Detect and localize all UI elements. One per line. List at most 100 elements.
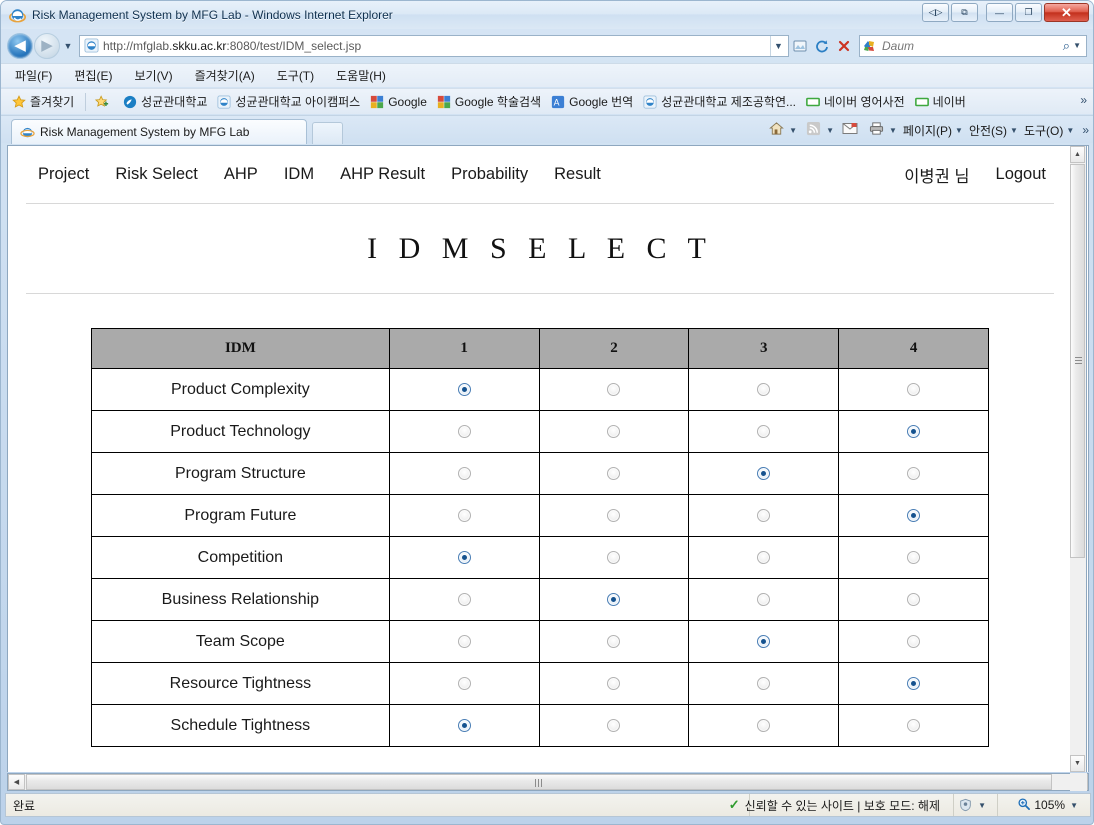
radio-3[interactable] <box>757 676 771 690</box>
radio-4[interactable] <box>907 550 921 564</box>
fav-google[interactable]: Google <box>369 94 427 110</box>
menu-file[interactable]: 파일(F) <box>15 67 52 84</box>
radio-cell-4[interactable] <box>838 494 989 537</box>
search-provider-caret-icon[interactable]: ▼ <box>1073 41 1081 50</box>
radio-2[interactable] <box>607 592 621 606</box>
horizontal-scroll-thumb[interactable] <box>26 774 1052 790</box>
fav-add-to-favorites-bar[interactable] <box>94 94 113 110</box>
radio-2[interactable] <box>607 718 621 732</box>
refresh-icon[interactable] <box>811 35 833 57</box>
url-bar[interactable]: http://mfglab.skku.ac.kr:8080/test/IDM_s… <box>79 34 789 57</box>
fav-google-scholar[interactable]: Google 학술검색 <box>436 93 541 110</box>
scroll-down-arrow-icon[interactable]: ▼ <box>1070 755 1085 772</box>
maximize-button[interactable]: ❐ <box>1015 3 1042 22</box>
mail-button[interactable] <box>838 118 862 142</box>
radio-cell-4[interactable] <box>838 704 989 747</box>
radio-1[interactable] <box>457 466 471 480</box>
compatibility-view-icon[interactable] <box>789 35 811 57</box>
search-icon[interactable]: ⌕ <box>1063 38 1070 54</box>
horizontal-scrollbar[interactable]: ◀ ▶ <box>7 773 1089 791</box>
security-zone[interactable]: ✓ 신뢰할 수 있는 사이트 | 보호 모드: 해제 <box>729 797 940 814</box>
command-bar-overflow-icon[interactable]: » <box>1082 123 1089 137</box>
radio-cell-3[interactable] <box>688 410 840 453</box>
print-button[interactable]: ▼ <box>864 118 899 142</box>
tab-risk-management-system[interactable]: Risk Management System by MFG Lab <box>11 119 307 144</box>
radio-cell-3[interactable] <box>688 578 840 621</box>
close-button[interactable]: ✕ <box>1044 3 1089 22</box>
menu-help[interactable]: 도움말(H) <box>336 67 386 84</box>
radio-2[interactable] <box>607 550 621 564</box>
fav-naver-dict[interactable]: 네이버 영어사전 <box>805 93 905 110</box>
favorites-button[interactable]: 즐겨찾기 <box>11 93 74 110</box>
feeds-caret-icon[interactable]: ▼ <box>826 126 834 135</box>
radio-4[interactable] <box>907 676 921 690</box>
radio-cell-2[interactable] <box>538 410 690 453</box>
scroll-left-arrow-icon[interactable]: ◀ <box>8 774 25 790</box>
nav-ahp-result[interactable]: AHP Result <box>340 165 425 184</box>
radio-cell-4[interactable] <box>838 662 989 705</box>
radio-cell-4[interactable] <box>838 536 989 579</box>
url-dropdown-caret-icon[interactable]: ▼ <box>770 35 786 56</box>
radio-cell-2[interactable] <box>538 536 690 579</box>
radio-1[interactable] <box>457 718 471 732</box>
stop-icon[interactable] <box>833 35 855 57</box>
radio-cell-2[interactable] <box>538 578 690 621</box>
recent-pages-caret-icon[interactable]: ▼ <box>60 41 76 51</box>
radio-cell-1[interactable] <box>388 620 540 663</box>
radio-cell-1[interactable] <box>388 452 540 495</box>
radio-1[interactable] <box>457 424 471 438</box>
radio-cell-4[interactable] <box>838 452 989 495</box>
scroll-up-arrow-icon[interactable]: ▲ <box>1070 146 1085 163</box>
nav-project[interactable]: Project <box>38 165 89 184</box>
nav-risk-select[interactable]: Risk Select <box>115 165 198 184</box>
radio-cell-4[interactable] <box>838 410 989 453</box>
radio-cell-1[interactable] <box>388 578 540 621</box>
radio-4[interactable] <box>907 592 921 606</box>
new-tab-button[interactable] <box>312 122 343 144</box>
radio-1[interactable] <box>457 592 471 606</box>
privacy-caret-icon[interactable]: ▼ <box>978 801 986 810</box>
radio-cell-2[interactable] <box>538 704 690 747</box>
print-caret-icon[interactable]: ▼ <box>889 126 897 135</box>
nav-ahp[interactable]: AHP <box>224 165 258 184</box>
vertical-scroll-thumb[interactable] <box>1070 164 1085 558</box>
radio-2[interactable] <box>607 676 621 690</box>
safety-menu-caret-icon[interactable]: ▼ <box>1010 126 1018 135</box>
menu-view[interactable]: 보기(V) <box>134 67 172 84</box>
radio-cell-2[interactable] <box>538 494 690 537</box>
zoom-control[interactable]: 105% ▼ <box>1017 797 1078 814</box>
radio-2[interactable] <box>607 508 621 522</box>
home-caret-icon[interactable]: ▼ <box>789 126 797 135</box>
tools-menu[interactable]: 도구(O) ▼ <box>1022 118 1076 142</box>
page-menu-caret-icon[interactable]: ▼ <box>955 126 963 135</box>
radio-4[interactable] <box>907 718 921 732</box>
radio-cell-3[interactable] <box>688 536 840 579</box>
radio-1[interactable] <box>457 676 471 690</box>
radio-cell-3[interactable] <box>688 452 840 495</box>
feeds-button[interactable]: ▼ <box>801 118 836 142</box>
radio-1[interactable] <box>457 634 471 648</box>
search-input[interactable]: Daum <box>882 39 1063 53</box>
fav-skku-mfg[interactable]: 성균관대학교 제조공학연... <box>642 93 796 110</box>
page-menu[interactable]: 페이지(P) ▼ <box>901 118 965 142</box>
radio-4[interactable] <box>907 466 921 480</box>
menu-edit[interactable]: 편집(E) <box>74 67 112 84</box>
nav-probability[interactable]: Probability <box>451 165 528 184</box>
radio-cell-2[interactable] <box>538 620 690 663</box>
radio-cell-2[interactable] <box>538 368 690 411</box>
favorites-overflow-icon[interactable]: » <box>1080 93 1087 107</box>
safety-menu[interactable]: 안전(S) ▼ <box>967 118 1020 142</box>
forward-button[interactable]: ▶ <box>34 32 60 59</box>
search-box[interactable]: Daum ⌕ ▼ <box>859 34 1087 57</box>
fav-skku[interactable]: 성균관대학교 <box>122 93 207 110</box>
nav-result[interactable]: Result <box>554 165 601 184</box>
fav-google-translate[interactable]: A Google 번역 <box>550 93 633 110</box>
nav-idm[interactable]: IDM <box>284 165 314 184</box>
radio-1[interactable] <box>457 508 471 522</box>
radio-cell-2[interactable] <box>538 662 690 705</box>
radio-1[interactable] <box>457 382 471 396</box>
radio-4[interactable] <box>907 424 921 438</box>
radio-3[interactable] <box>757 550 771 564</box>
radio-3[interactable] <box>757 718 771 732</box>
radio-3[interactable] <box>757 508 771 522</box>
